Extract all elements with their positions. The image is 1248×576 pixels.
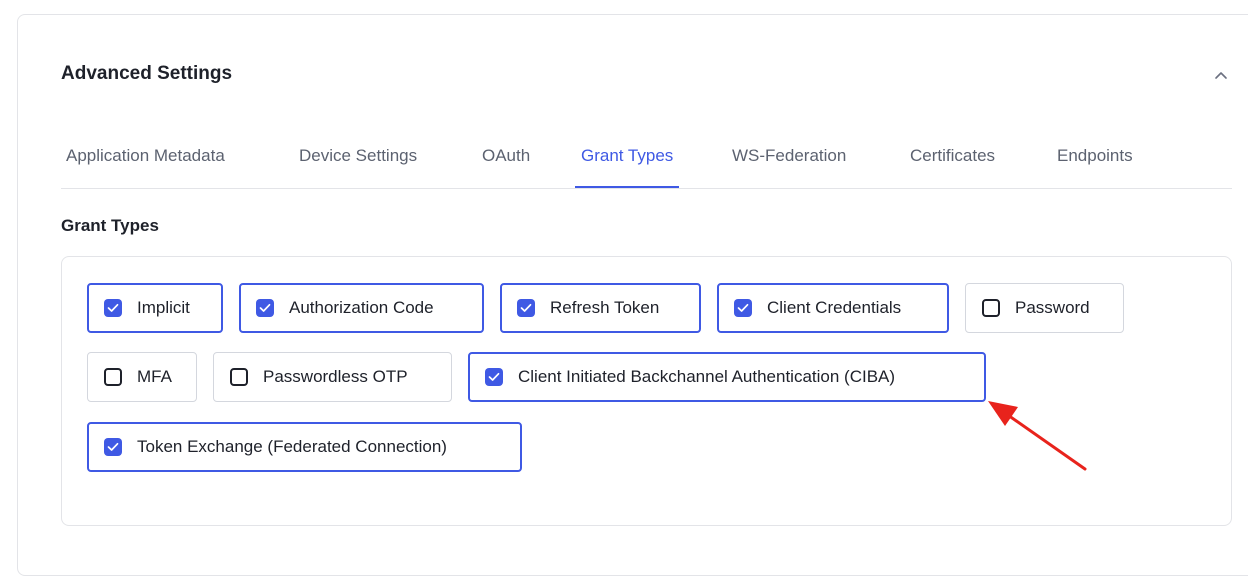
grant-option-authorization-code[interactable]: Authorization Code	[239, 283, 484, 333]
tab-application-metadata[interactable]: Application Metadata	[66, 140, 225, 187]
checkbox-unchecked[interactable]	[982, 299, 1000, 317]
checkmark-icon	[107, 303, 119, 312]
tab-endpoints[interactable]: Endpoints	[1057, 140, 1133, 187]
checkbox-checked[interactable]	[734, 299, 752, 317]
grant-option-refresh-token[interactable]: Refresh Token	[500, 283, 701, 333]
checkmark-icon	[107, 442, 119, 451]
grant-option-ciba[interactable]: Client Initiated Backchannel Authenticat…	[468, 352, 986, 402]
grant-option-label: Token Exchange (Federated Connection)	[137, 437, 447, 456]
grant-option-label: Client Initiated Backchannel Authenticat…	[518, 367, 896, 386]
tab-certificates[interactable]: Certificates	[910, 140, 995, 187]
checkbox-checked[interactable]	[104, 438, 122, 456]
chevron-up-icon	[1215, 71, 1227, 79]
checkmark-icon	[259, 303, 271, 312]
checkbox-checked[interactable]	[104, 299, 122, 317]
settings-tabs: Application Metadata Device Settings OAu…	[61, 140, 1232, 189]
grant-option-implicit[interactable]: Implicit	[87, 283, 223, 333]
grant-option-label: Client Credentials	[767, 298, 902, 317]
checkbox-checked[interactable]	[256, 299, 274, 317]
grant-option-label: MFA	[137, 367, 172, 386]
checkbox-checked[interactable]	[517, 299, 535, 317]
tab-device-settings[interactable]: Device Settings	[299, 140, 417, 187]
grant-option-label: Passwordless OTP	[263, 367, 408, 386]
grant-types-heading: Grant Types	[61, 216, 159, 235]
checkbox-unchecked[interactable]	[104, 368, 122, 386]
grant-option-passwordless-otp[interactable]: Passwordless OTP	[213, 352, 452, 402]
grant-option-password[interactable]: Password	[965, 283, 1124, 333]
checkmark-icon	[737, 303, 749, 312]
checkbox-checked[interactable]	[485, 368, 503, 386]
section-title: Advanced Settings	[61, 63, 233, 84]
grant-option-label: Refresh Token	[550, 298, 660, 317]
grant-option-mfa[interactable]: MFA	[87, 352, 197, 402]
tab-oauth[interactable]: OAuth	[482, 140, 530, 187]
grant-option-client-credentials[interactable]: Client Credentials	[717, 283, 949, 333]
tab-grant-types[interactable]: Grant Types	[574, 140, 680, 188]
grant-option-label: Implicit	[137, 298, 190, 317]
checkmark-icon	[488, 372, 500, 381]
tab-ws-federation[interactable]: WS-Federation	[732, 140, 846, 187]
grant-option-label: Authorization Code	[289, 298, 434, 317]
grant-option-label: Password	[1015, 298, 1090, 317]
checkbox-unchecked[interactable]	[230, 368, 248, 386]
grant-option-token-exchange[interactable]: Token Exchange (Federated Connection)	[87, 422, 522, 472]
checkmark-icon	[520, 303, 532, 312]
collapse-button[interactable]	[1210, 66, 1232, 84]
